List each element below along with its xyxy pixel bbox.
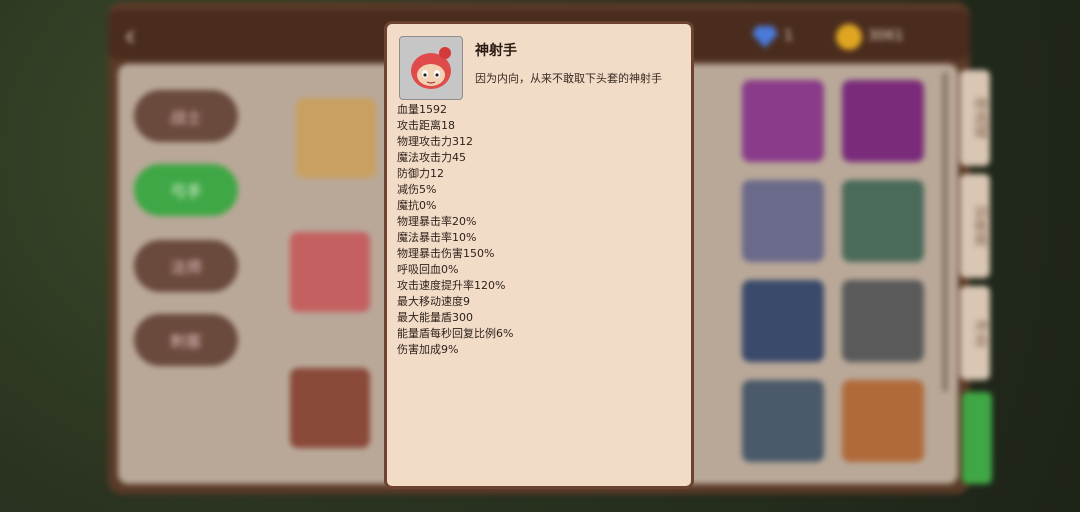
hero-portrait-2[interactable]	[290, 232, 370, 312]
stat-hp: 血量1592	[397, 103, 447, 116]
side-tab-1[interactable]: 待选域	[960, 70, 990, 166]
stat-physical-crit-damage: 物理暴击伤害150%	[397, 247, 495, 260]
hero-portrait-3[interactable]	[290, 368, 370, 448]
stat-defense: 防御力12	[397, 167, 444, 180]
side-tab-2[interactable]: 训练用	[960, 174, 990, 278]
stat-attack-range: 攻击距离18	[397, 119, 455, 132]
hero-portrait-1[interactable]	[296, 98, 376, 178]
hero-card[interactable]	[742, 380, 824, 462]
side-action-button[interactable]	[962, 392, 992, 484]
hero-info-popup: 神射手 因为内向，从来不敢取下头套的神射手 血量1592 攻击距离18 物理攻击…	[384, 21, 694, 489]
side-tab-3[interactable]: 冲击	[960, 286, 990, 380]
hero-card[interactable]	[842, 80, 924, 162]
stat-damage-reduction: 减伤5%	[397, 183, 437, 196]
class-button-assassin[interactable]: 刺客	[134, 314, 238, 366]
stat-magic-attack: 魔法攻击力45	[397, 151, 466, 164]
hero-name: 神射手	[475, 43, 517, 59]
hero-card[interactable]	[742, 180, 824, 262]
class-button-archer[interactable]: 弓手	[134, 164, 238, 216]
coin-icon	[836, 24, 862, 50]
stat-attack-speed-bonus: 攻击速度提升率120%	[397, 279, 506, 292]
stat-breath-regen: 呼吸回血0%	[397, 263, 459, 276]
archer-hero-avatar	[399, 36, 463, 100]
stat-magic-crit-rate: 魔法暴击率10%	[397, 231, 477, 244]
stat-max-move-speed: 最大移动速度9	[397, 295, 470, 308]
back-button[interactable]: ‹	[124, 22, 150, 52]
class-button-warrior[interactable]: 战士	[134, 90, 238, 142]
hero-card[interactable]	[842, 180, 924, 262]
gem-count: 1	[784, 28, 793, 44]
stat-magic-resist: 魔抗0%	[397, 199, 437, 212]
hero-description: 因为内向，从来不敢取下头套的神射手	[475, 72, 662, 85]
stat-shield-regen-rate: 能量盾每秒回复比例6%	[397, 327, 514, 340]
hero-card[interactable]	[742, 280, 824, 362]
stat-max-energy-shield: 最大能量盾300	[397, 311, 473, 324]
coin-count: 3061	[868, 28, 904, 44]
hero-grid-scrollbar[interactable]	[942, 72, 948, 392]
hero-card[interactable]	[742, 80, 824, 162]
stat-damage-bonus: 伤害加成9%	[397, 343, 459, 356]
archer-avatar-icon	[411, 47, 451, 89]
hero-card[interactable]	[842, 280, 924, 362]
stat-physical-crit-rate: 物理暴击率20%	[397, 215, 477, 228]
stat-physical-attack: 物理攻击力312	[397, 135, 473, 148]
class-button-mage[interactable]: 法师	[134, 240, 238, 292]
hero-stats-list: 血量1592 攻击距离18 物理攻击力312 魔法攻击力45 防御力12 减伤5…	[397, 102, 513, 358]
hero-card[interactable]	[842, 380, 924, 462]
